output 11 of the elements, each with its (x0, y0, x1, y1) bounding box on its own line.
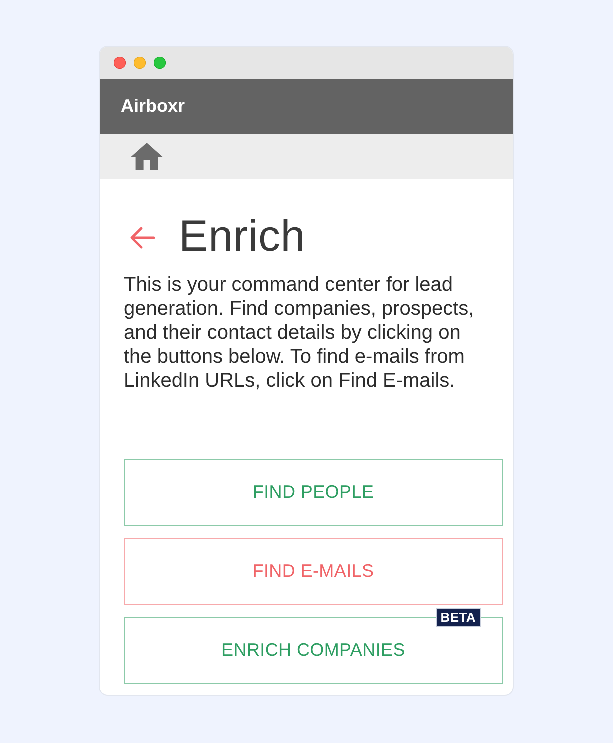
window-zoom-icon[interactable] (154, 57, 166, 69)
page-title: Enrich (179, 211, 306, 263)
window-close-icon[interactable] (114, 57, 126, 69)
back-arrow-icon[interactable] (130, 227, 155, 249)
beta-badge: BETA (436, 608, 481, 627)
window-minimize-icon[interactable] (134, 57, 146, 69)
action-button[interactable]: FIND PEOPLE (124, 459, 503, 526)
app-title: Airboxr (121, 96, 186, 117)
page-description: This is your command center for lead generation. Find companies, prospects, and their contact details by clicking on the buttons below. To find e-mails from LinkedIn URLs, click on Find E-mails. (124, 273, 476, 393)
action-button[interactable]: FIND E-MAILS (124, 538, 503, 605)
home-icon[interactable] (131, 143, 163, 170)
